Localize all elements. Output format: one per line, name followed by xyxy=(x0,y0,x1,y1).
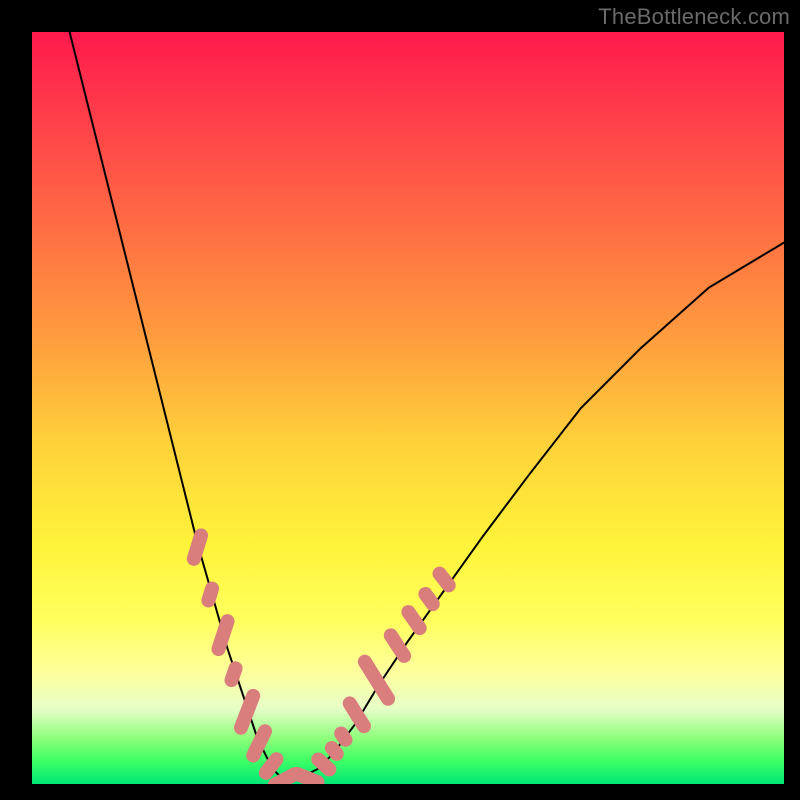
left-segment-markers-1 xyxy=(200,580,221,609)
plot-area xyxy=(32,32,784,784)
left-segment-markers-2 xyxy=(210,612,237,658)
right-segment-markers-5 xyxy=(355,652,397,708)
chart-frame: TheBottleneck.com xyxy=(0,0,800,800)
right-segment-markers-6 xyxy=(381,626,414,666)
curve-left-curve xyxy=(70,32,288,784)
left-segment-markers-3 xyxy=(223,659,245,689)
left-segment-markers-4 xyxy=(232,687,262,737)
left-segment-markers-0 xyxy=(185,527,210,568)
watermark-text: TheBottleneck.com xyxy=(598,4,790,30)
right-segment-markers-9 xyxy=(430,564,459,595)
chart-canvas xyxy=(32,32,784,784)
curve-right-curve xyxy=(288,243,784,784)
